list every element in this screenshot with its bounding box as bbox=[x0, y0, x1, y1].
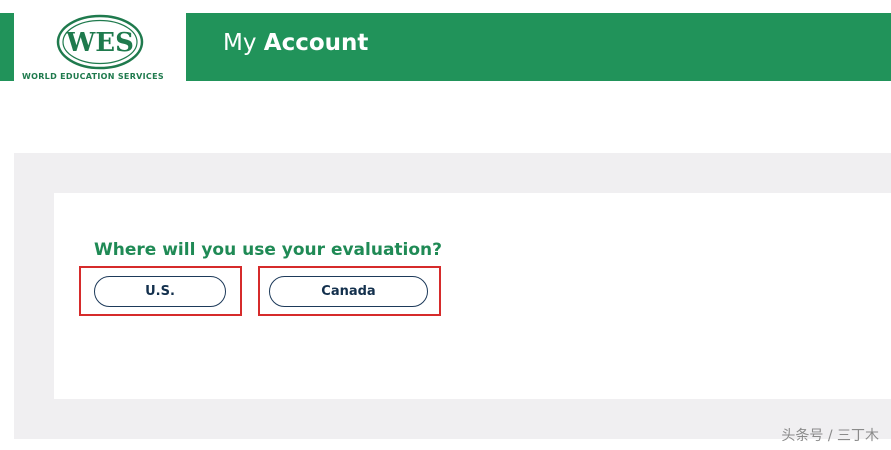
header-left-strip bbox=[0, 13, 14, 81]
wes-logo[interactable]: WES WORLD EDUCATION SERVICES bbox=[14, 13, 186, 81]
evaluation-card: Where will you use your evaluation? U.S.… bbox=[54, 193, 891, 399]
page: WES WORLD EDUCATION SERVICES My Account … bbox=[0, 0, 891, 450]
page-title-bold: Account bbox=[263, 30, 369, 56]
wes-logo-emblem: WES bbox=[56, 14, 144, 70]
header-bar: My Account bbox=[186, 13, 891, 81]
page-title-light: My bbox=[223, 30, 264, 56]
page-title: My Account bbox=[223, 30, 368, 56]
watermark: 头条号 / 三丁木 bbox=[781, 428, 879, 444]
logo-subtitle: WORLD EDUCATION SERVICES bbox=[22, 72, 164, 81]
content-panel: Where will you use your evaluation? U.S.… bbox=[14, 153, 891, 439]
logo-wordmark: WES bbox=[65, 28, 134, 58]
us-option-button[interactable]: U.S. bbox=[94, 276, 226, 307]
canada-option-button[interactable]: Canada bbox=[269, 276, 428, 307]
evaluation-question: Where will you use your evaluation? bbox=[94, 240, 443, 260]
